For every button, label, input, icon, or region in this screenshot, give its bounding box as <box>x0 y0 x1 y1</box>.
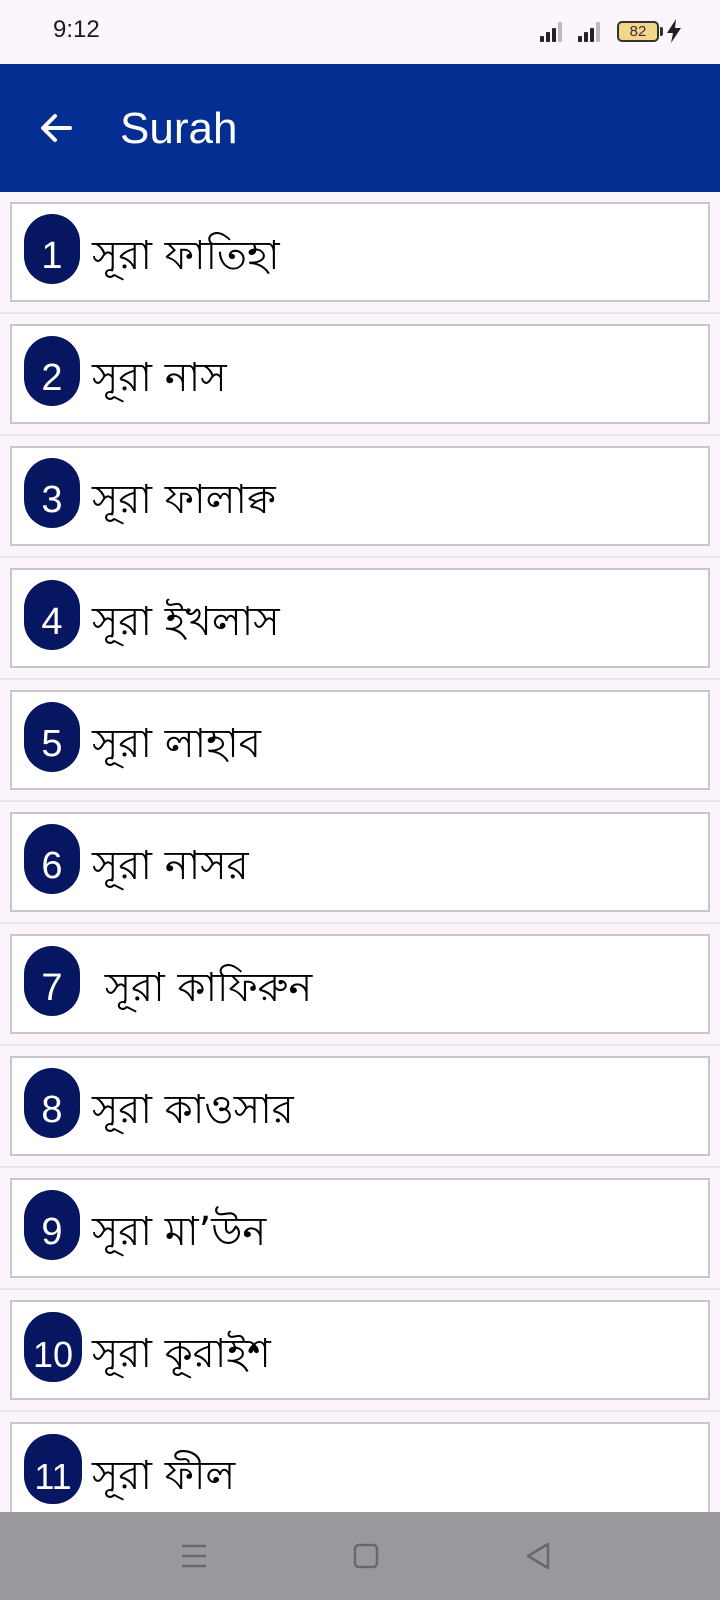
surah-list: 1 সূরা ফাতিহা 2 সূরা নাস 3 সূরা ফালাক্ব … <box>0 192 720 1512</box>
back-triangle-icon[interactable] <box>520 1538 556 1574</box>
surah-name: সূরা কাফিরুন <box>92 965 313 1011</box>
surah-card[interactable]: 1 সূরা ফাতিহা <box>10 202 710 302</box>
surah-card[interactable]: 7 সূরা কাফিরুন <box>10 934 710 1034</box>
battery-icon: 82 <box>617 21 659 42</box>
list-item[interactable]: 7 সূরা কাফিরুন <box>0 924 720 1046</box>
surah-name: সূরা কূরাইশ <box>92 1331 271 1377</box>
surah-name: সূরা নাস <box>92 355 227 401</box>
surah-name: সূরা ফালাক্ব <box>92 477 276 523</box>
surah-number-badge: 2 <box>24 336 80 406</box>
back-arrow-icon[interactable] <box>28 100 84 156</box>
surah-name: সূরা ইখলাস <box>92 599 280 645</box>
system-nav-bar <box>0 1512 720 1600</box>
surah-name: সূরা ফীল <box>92 1453 236 1499</box>
surah-card[interactable]: 10 সূরা কূরাইশ <box>10 1300 710 1400</box>
surah-card[interactable]: 6 সূরা নাসর <box>10 812 710 912</box>
surah-number-badge: 11 <box>24 1434 82 1504</box>
list-item[interactable]: 8 সূরা কাওসার <box>0 1046 720 1168</box>
surah-number-badge: 1 <box>24 214 80 284</box>
list-item[interactable]: 3 সূরা ফালাক্ব <box>0 436 720 558</box>
surah-card[interactable]: 2 সূরা নাস <box>10 324 710 424</box>
surah-card[interactable]: 9 সূরা মা’উন <box>10 1178 710 1278</box>
list-item[interactable]: 2 সূরা নাস <box>0 314 720 436</box>
surah-name: সূরা মা’উন <box>92 1209 267 1255</box>
list-item[interactable]: 1 সূরা ফাতিহা <box>0 192 720 314</box>
app-bar: Surah <box>0 64 720 192</box>
surah-card[interactable]: 5 সূরা লাহাব <box>10 690 710 790</box>
surah-number-badge: 5 <box>24 702 80 772</box>
list-item[interactable]: 6 সূরা নাসর <box>0 802 720 924</box>
surah-number-badge: 8 <box>24 1068 80 1138</box>
surah-name: সূরা লাহাব <box>92 721 262 767</box>
surah-number-badge: 10 <box>24 1312 82 1382</box>
signal-icon <box>578 20 606 42</box>
status-time: 9:12 <box>53 16 100 43</box>
list-item[interactable]: 5 সূরা লাহাব <box>0 680 720 802</box>
menu-icon[interactable] <box>176 1538 212 1574</box>
surah-name: সূরা ফাতিহা <box>92 233 280 279</box>
surah-number-badge: 3 <box>24 458 80 528</box>
surah-card[interactable]: 11 সূরা ফীল <box>10 1422 710 1512</box>
surah-name: সূরা নাসর <box>92 843 249 889</box>
surah-number-badge: 9 <box>24 1190 80 1260</box>
list-item[interactable]: 4 সূরা ইখলাস <box>0 558 720 680</box>
list-item[interactable]: 10 সূরা কূরাইশ <box>0 1290 720 1412</box>
surah-name: সূরা কাওসার <box>92 1087 294 1133</box>
surah-card[interactable]: 3 সূরা ফালাক্ব <box>10 446 710 546</box>
surah-number-badge: 4 <box>24 580 80 650</box>
charging-icon <box>667 19 681 43</box>
surah-card[interactable]: 4 সূরা ইখলাস <box>10 568 710 668</box>
home-icon[interactable] <box>348 1538 384 1574</box>
status-bar: 9:12 82 <box>0 0 720 64</box>
list-item[interactable]: 9 সূরা মা’উন <box>0 1168 720 1290</box>
page-title: Surah <box>120 104 238 153</box>
list-item[interactable]: 11 সূরা ফীল <box>0 1412 720 1512</box>
battery-tip <box>660 27 663 36</box>
signal-icon <box>540 20 568 42</box>
surah-number-badge: 6 <box>24 824 80 894</box>
surah-number-badge: 7 <box>24 946 80 1016</box>
surah-card[interactable]: 8 সূরা কাওসার <box>10 1056 710 1156</box>
